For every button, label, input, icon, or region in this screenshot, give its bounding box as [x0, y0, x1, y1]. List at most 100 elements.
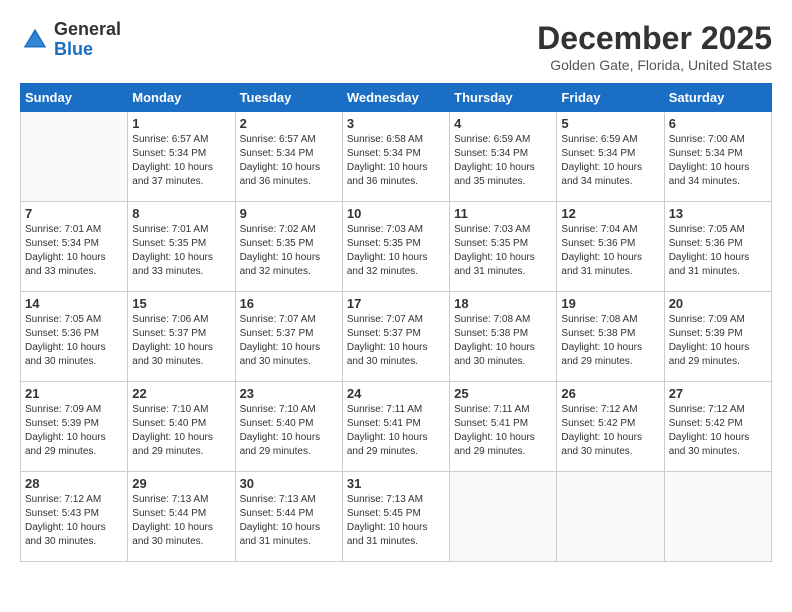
day-number: 17: [347, 296, 445, 311]
day-info: Sunrise: 7:07 AM Sunset: 5:37 PM Dayligh…: [347, 313, 445, 369]
day-number: 18: [454, 296, 552, 311]
calendar-cell: 28 Sunrise: 7:12 AM Sunset: 5:43 PM Dayli…: [21, 472, 128, 562]
day-info: Sunrise: 7:11 AM Sunset: 5:41 PM Dayligh…: [347, 403, 445, 459]
day-info: Sunrise: 7:00 AM Sunset: 5:34 PM Dayligh…: [669, 133, 767, 189]
day-info: Sunrise: 7:09 AM Sunset: 5:39 PM Dayligh…: [25, 403, 123, 459]
calendar-cell: [450, 472, 557, 562]
day-number: 22: [132, 386, 230, 401]
day-info: Sunrise: 7:06 AM Sunset: 5:37 PM Dayligh…: [132, 313, 230, 369]
calendar-week-4: 21 Sunrise: 7:09 AM Sunset: 5:39 PM Dayli…: [21, 382, 772, 472]
day-number: 11: [454, 206, 552, 221]
day-info: Sunrise: 7:04 AM Sunset: 5:36 PM Dayligh…: [561, 223, 659, 279]
calendar-cell: 8 Sunrise: 7:01 AM Sunset: 5:35 PM Daylig…: [128, 202, 235, 292]
calendar-header-saturday: Saturday: [664, 84, 771, 112]
day-info: Sunrise: 7:13 AM Sunset: 5:44 PM Dayligh…: [132, 493, 230, 549]
calendar-week-5: 28 Sunrise: 7:12 AM Sunset: 5:43 PM Dayli…: [21, 472, 772, 562]
day-number: 20: [669, 296, 767, 311]
calendar-cell: 30 Sunrise: 7:13 AM Sunset: 5:44 PM Dayli…: [235, 472, 342, 562]
day-info: Sunrise: 7:12 AM Sunset: 5:42 PM Dayligh…: [669, 403, 767, 459]
day-number: 24: [347, 386, 445, 401]
calendar-cell: 23Sunrise: 7:10 AM Sunset: 5:40 PM Dayli…: [235, 382, 342, 472]
day-info: Sunrise: 7:11 AM Sunset: 5:41 PM Dayligh…: [454, 403, 552, 459]
calendar-week-2: 7Sunrise: 7:01 AM Sunset: 5:34 PM Daylig…: [21, 202, 772, 292]
calendar-cell: 25Sunrise: 7:11 AM Sunset: 5:41 PM Dayli…: [450, 382, 557, 472]
day-info: Sunrise: 7:12 AM Sunset: 5:43 PM Dayligh…: [25, 493, 123, 549]
day-number: 10: [347, 206, 445, 221]
calendar-cell: 10 Sunrise: 7:03 AM Sunset: 5:35 PM Dayli…: [342, 202, 449, 292]
day-number: 5: [561, 116, 659, 131]
day-number: 3: [347, 116, 445, 131]
calendar-header-wednesday: Wednesday: [342, 84, 449, 112]
day-info: Sunrise: 7:02 AM Sunset: 5:35 PM Dayligh…: [240, 223, 338, 279]
day-info: Sunrise: 7:01 AM Sunset: 5:35 PM Dayligh…: [132, 223, 230, 279]
title-section: December 2025 Golden Gate, Florida, Unit…: [537, 20, 772, 73]
calendar-cell: 18 Sunrise: 7:08 AM Sunset: 5:38 PM Dayli…: [450, 292, 557, 382]
day-info: Sunrise: 6:57 AM Sunset: 5:34 PM Dayligh…: [240, 133, 338, 189]
day-number: 30: [240, 476, 338, 491]
calendar-header-friday: Friday: [557, 84, 664, 112]
day-number: 19: [561, 296, 659, 311]
calendar: SundayMondayTuesdayWednesdayThursdayFrid…: [20, 83, 772, 562]
main-title: December 2025: [537, 20, 772, 57]
calendar-cell: 21 Sunrise: 7:09 AM Sunset: 5:39 PM Dayli…: [21, 382, 128, 472]
calendar-cell: 7Sunrise: 7:01 AM Sunset: 5:34 PM Daylig…: [21, 202, 128, 292]
day-number: 12: [561, 206, 659, 221]
calendar-cell: 17 Sunrise: 7:07 AM Sunset: 5:37 PM Dayli…: [342, 292, 449, 382]
day-number: 26: [561, 386, 659, 401]
calendar-header-tuesday: Tuesday: [235, 84, 342, 112]
day-info: Sunrise: 6:59 AM Sunset: 5:34 PM Dayligh…: [454, 133, 552, 189]
day-number: 16: [240, 296, 338, 311]
day-number: 29: [132, 476, 230, 491]
day-info: Sunrise: 7:13 AM Sunset: 5:44 PM Dayligh…: [240, 493, 338, 549]
calendar-cell: 16 Sunrise: 7:07 AM Sunset: 5:37 PM Dayli…: [235, 292, 342, 382]
day-number: 13: [669, 206, 767, 221]
logo-icon: [20, 25, 50, 55]
calendar-header-thursday: Thursday: [450, 84, 557, 112]
calendar-cell: 14 Sunrise: 7:05 AM Sunset: 5:36 PM Dayli…: [21, 292, 128, 382]
day-info: Sunrise: 7:13 AM Sunset: 5:45 PM Dayligh…: [347, 493, 445, 549]
calendar-cell: 29 Sunrise: 7:13 AM Sunset: 5:44 PM Dayli…: [128, 472, 235, 562]
day-info: Sunrise: 6:58 AM Sunset: 5:34 PM Dayligh…: [347, 133, 445, 189]
day-number: 4: [454, 116, 552, 131]
day-info: Sunrise: 6:57 AM Sunset: 5:34 PM Dayligh…: [132, 133, 230, 189]
logo-general: General: [54, 20, 121, 40]
day-number: 9: [240, 206, 338, 221]
calendar-cell: 27Sunrise: 7:12 AM Sunset: 5:42 PM Dayli…: [664, 382, 771, 472]
calendar-cell: 3 Sunrise: 6:58 AM Sunset: 5:34 PM Daylig…: [342, 112, 449, 202]
logo: General Blue: [20, 20, 121, 60]
calendar-header-monday: Monday: [128, 84, 235, 112]
day-info: Sunrise: 7:12 AM Sunset: 5:42 PM Dayligh…: [561, 403, 659, 459]
calendar-cell: 5 Sunrise: 6:59 AM Sunset: 5:34 PM Daylig…: [557, 112, 664, 202]
calendar-cell: 13Sunrise: 7:05 AM Sunset: 5:36 PM Dayli…: [664, 202, 771, 292]
calendar-cell: 15Sunrise: 7:06 AM Sunset: 5:37 PM Dayli…: [128, 292, 235, 382]
day-info: Sunrise: 6:59 AM Sunset: 5:34 PM Dayligh…: [561, 133, 659, 189]
day-number: 14: [25, 296, 123, 311]
day-number: 1: [132, 116, 230, 131]
day-info: Sunrise: 7:03 AM Sunset: 5:35 PM Dayligh…: [347, 223, 445, 279]
calendar-cell: 11 Sunrise: 7:03 AM Sunset: 5:35 PM Dayli…: [450, 202, 557, 292]
calendar-cell: 1 Sunrise: 6:57 AM Sunset: 5:34 PM Daylig…: [128, 112, 235, 202]
day-number: 8: [132, 206, 230, 221]
calendar-header-row: SundayMondayTuesdayWednesdayThursdayFrid…: [21, 84, 772, 112]
day-number: 21: [25, 386, 123, 401]
day-number: 23: [240, 386, 338, 401]
logo-blue: Blue: [54, 40, 121, 60]
day-number: 31: [347, 476, 445, 491]
calendar-cell: 19Sunrise: 7:08 AM Sunset: 5:38 PM Dayli…: [557, 292, 664, 382]
calendar-cell: 12 Sunrise: 7:04 AM Sunset: 5:36 PM Dayli…: [557, 202, 664, 292]
day-info: Sunrise: 7:09 AM Sunset: 5:39 PM Dayligh…: [669, 313, 767, 369]
day-info: Sunrise: 7:03 AM Sunset: 5:35 PM Dayligh…: [454, 223, 552, 279]
calendar-cell: 22 Sunrise: 7:10 AM Sunset: 5:40 PM Dayli…: [128, 382, 235, 472]
calendar-cell: [557, 472, 664, 562]
day-info: Sunrise: 7:10 AM Sunset: 5:40 PM Dayligh…: [132, 403, 230, 459]
calendar-cell: 6Sunrise: 7:00 AM Sunset: 5:34 PM Daylig…: [664, 112, 771, 202]
calendar-cell: [664, 472, 771, 562]
calendar-cell: 9 Sunrise: 7:02 AM Sunset: 5:35 PM Daylig…: [235, 202, 342, 292]
day-number: 28: [25, 476, 123, 491]
day-info: Sunrise: 7:05 AM Sunset: 5:36 PM Dayligh…: [25, 313, 123, 369]
day-info: Sunrise: 7:07 AM Sunset: 5:37 PM Dayligh…: [240, 313, 338, 369]
page-header: General Blue December 2025 Golden Gate, …: [20, 20, 772, 73]
subtitle: Golden Gate, Florida, United States: [537, 57, 772, 73]
day-info: Sunrise: 7:08 AM Sunset: 5:38 PM Dayligh…: [454, 313, 552, 369]
calendar-cell: 31 Sunrise: 7:13 AM Sunset: 5:45 PM Dayli…: [342, 472, 449, 562]
